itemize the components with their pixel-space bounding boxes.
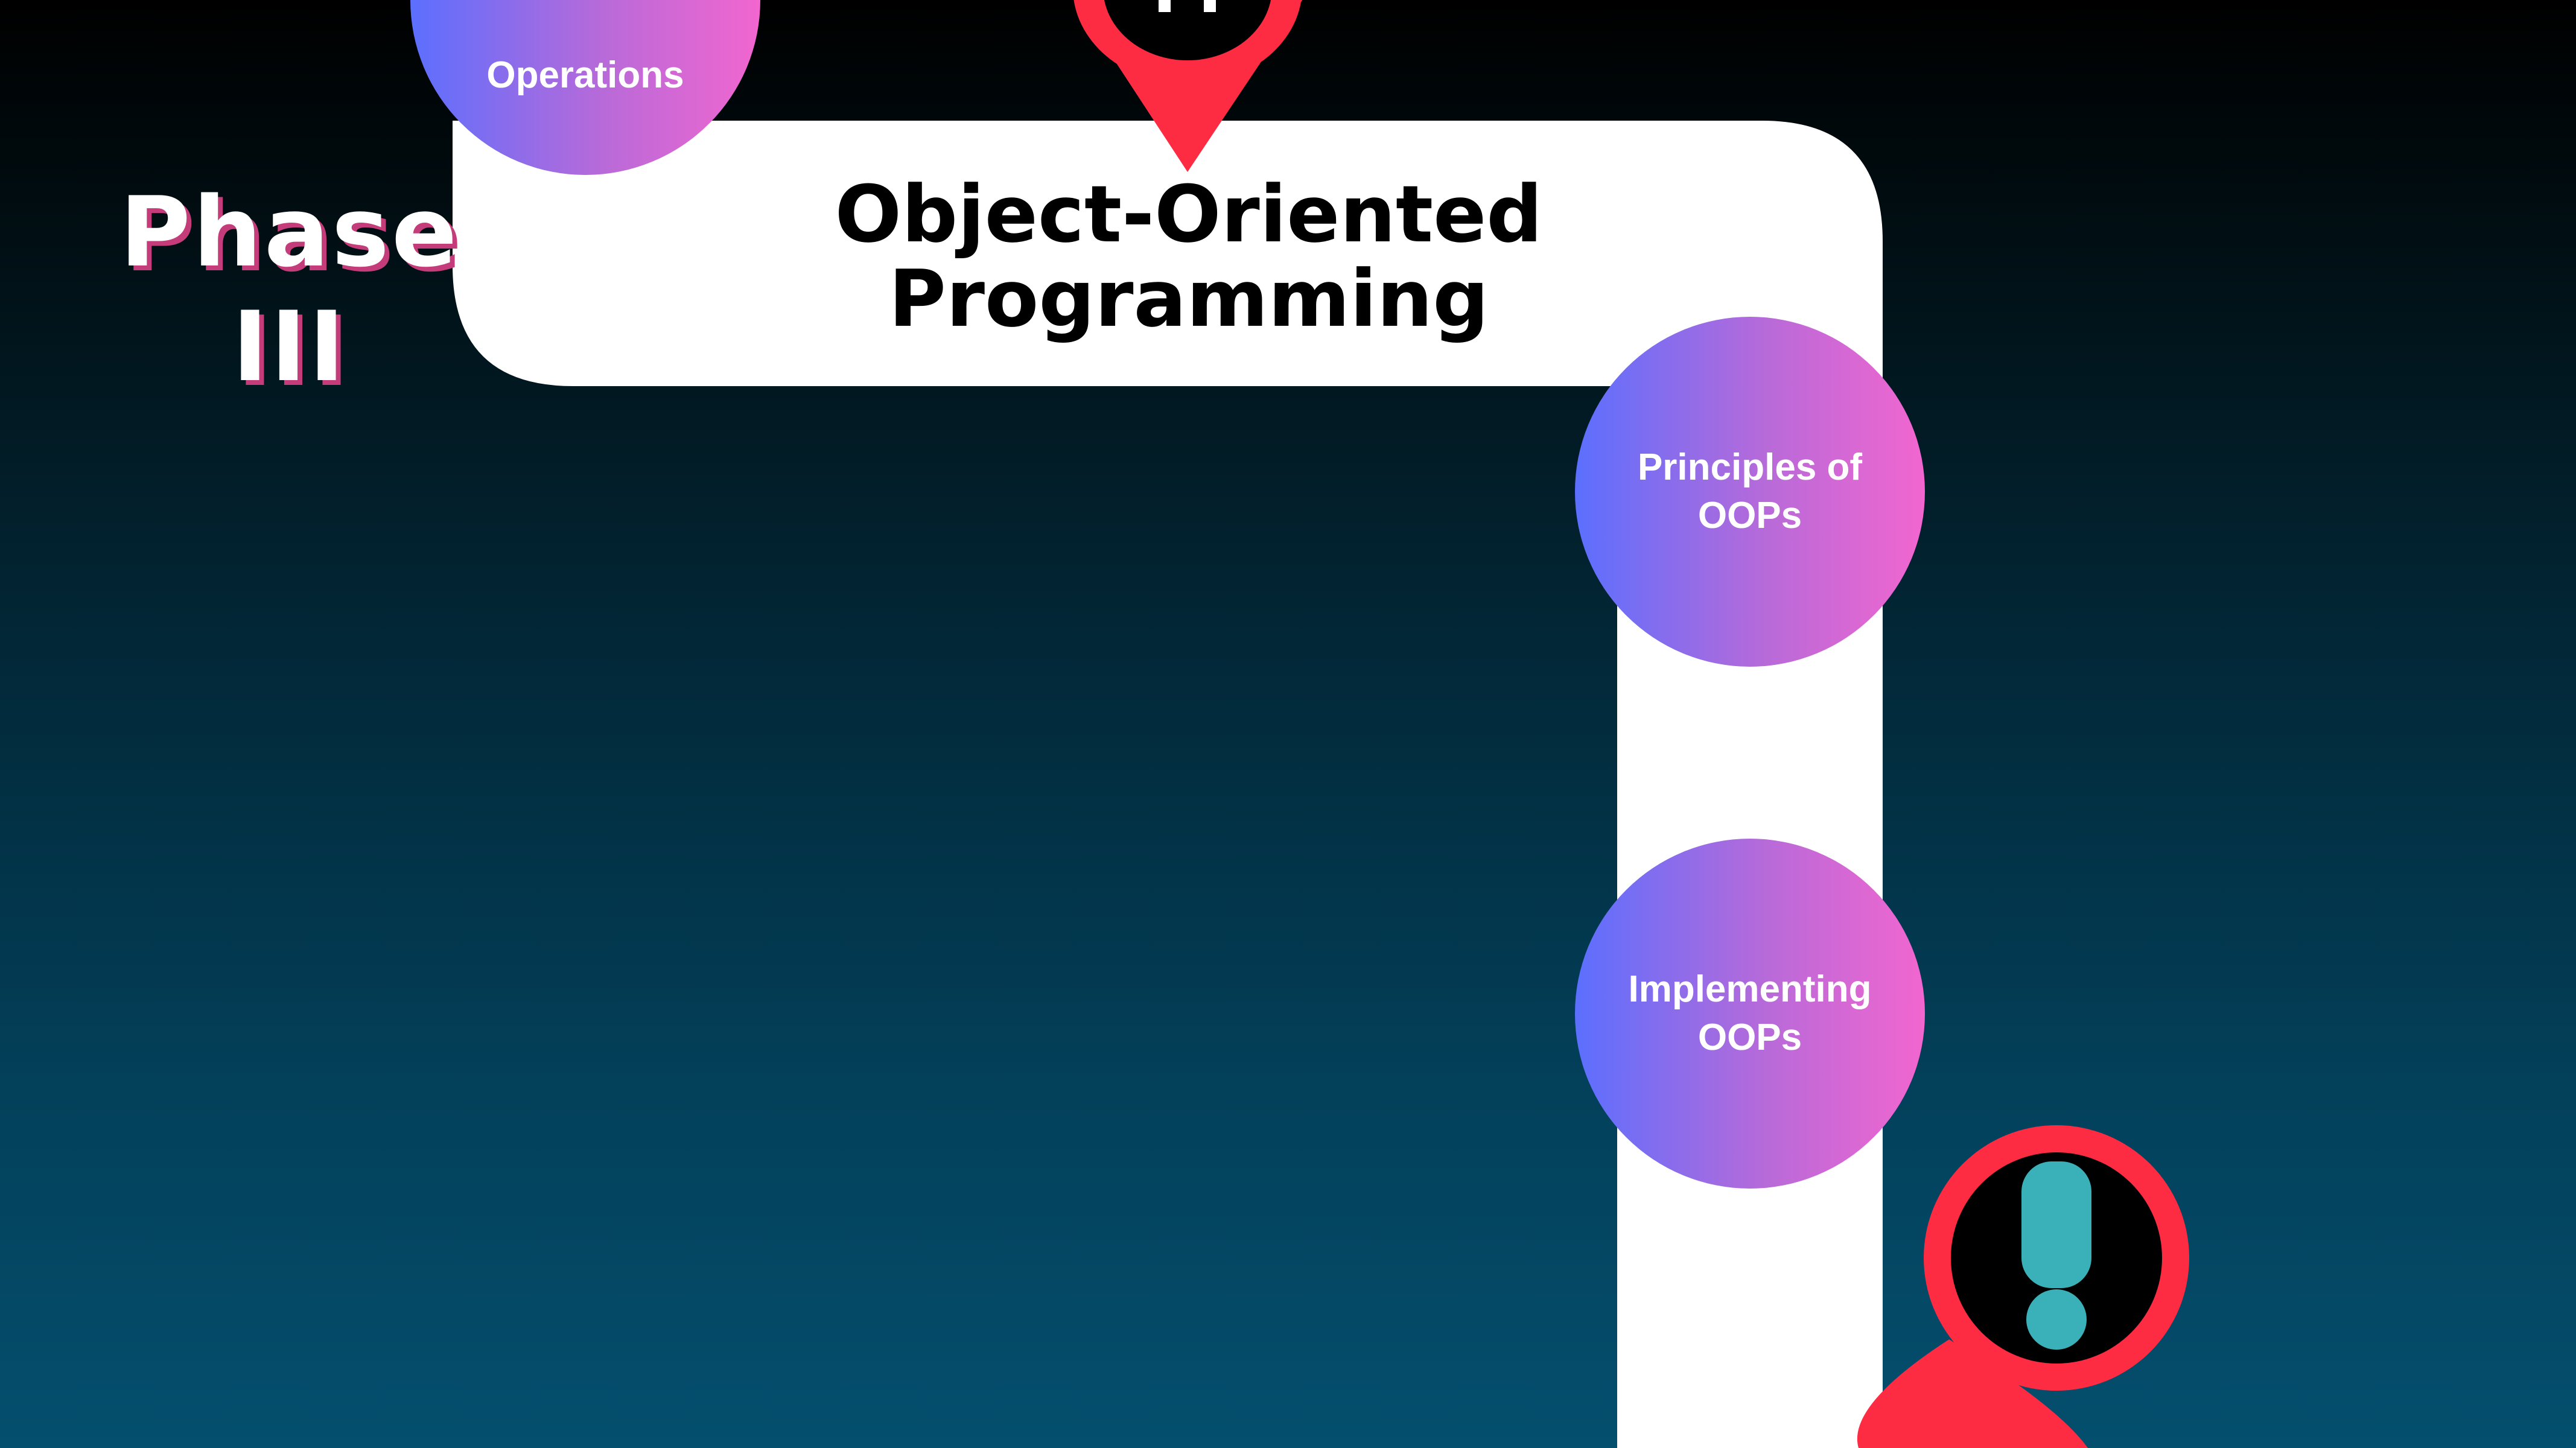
map-pin-alert-icon <box>1857 1125 2189 1448</box>
node-operations-label: Operations <box>486 54 684 96</box>
node-implementing-oops-label: Implementing OOPs <box>1628 968 1872 1058</box>
phase-title-line1: Object-Oriented <box>835 168 1543 260</box>
node-principles-of-oops[interactable]: Principles of OOPs <box>1575 317 1925 667</box>
phase-label-word: Phase <box>119 176 460 288</box>
phase-label-number: III <box>232 290 348 403</box>
phase-title: Object-Oriented Programming <box>784 172 1593 341</box>
phase-label: Phase III <box>109 175 471 404</box>
node-principles-of-oops-label: Principles of OOPs <box>1637 446 1863 536</box>
node-implementing-oops[interactable]: Implementing OOPs <box>1575 839 1925 1189</box>
phase-title-line2: Programming <box>888 253 1489 345</box>
